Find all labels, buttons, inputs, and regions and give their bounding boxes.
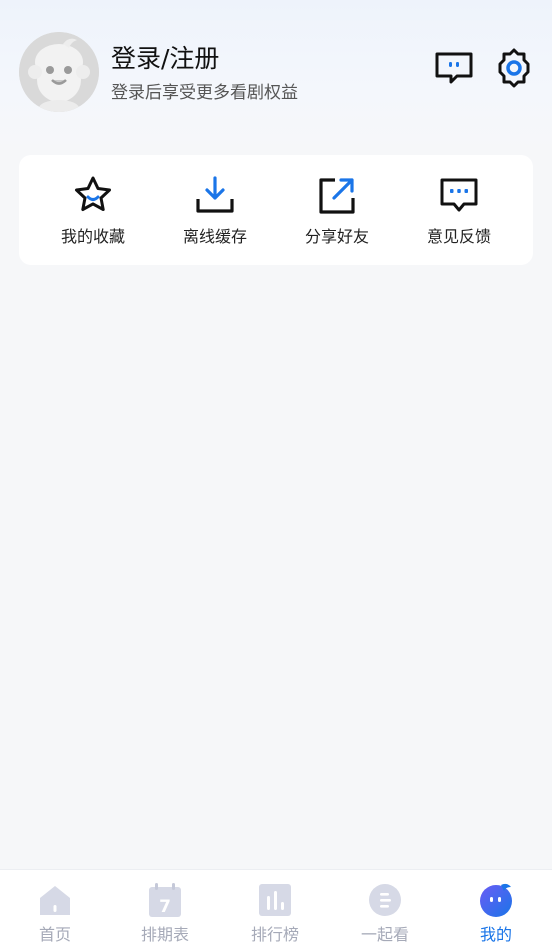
feedback-icon	[440, 178, 478, 212]
quick-action-label: 分享好友	[304, 227, 369, 246]
calendar-icon: 7	[149, 883, 181, 917]
bottom-tab-bar: 首页 7 排期表 排行榜 一起看 我的	[0, 869, 552, 952]
watch-together-icon	[369, 884, 401, 916]
quick-action-label: 离线缓存	[182, 227, 247, 246]
share-icon	[319, 178, 355, 214]
profile-header: 登录/注册 登录后享受更多看剧权益	[0, 0, 552, 150]
tab-home[interactable]: 首页	[0, 870, 110, 952]
login-register-title[interactable]: 登录/注册	[111, 42, 219, 76]
tab-schedule[interactable]: 7 排期表	[110, 870, 220, 952]
mascot-avatar-icon	[19, 32, 99, 112]
quick-action-offline-cache[interactable]: 离线缓存	[154, 155, 276, 265]
quick-actions-card: 我的收藏 离线缓存 分享好友 意见反馈	[19, 155, 533, 265]
gear-icon[interactable]	[494, 48, 534, 88]
quick-action-label: 我的收藏	[60, 227, 125, 246]
tab-label: 排行榜	[250, 925, 299, 944]
home-icon	[40, 886, 70, 915]
star-icon	[75, 176, 111, 211]
tab-watch-together[interactable]: 一起看	[330, 870, 440, 952]
tab-ranking[interactable]: 排行榜	[220, 870, 330, 952]
chart-icon	[259, 884, 291, 916]
avatar[interactable]	[19, 32, 99, 112]
tab-label: 我的	[479, 925, 512, 944]
quick-action-share[interactable]: 分享好友	[276, 155, 398, 265]
quick-action-favorites[interactable]: 我的收藏	[32, 155, 154, 265]
tab-label: 首页	[38, 925, 71, 944]
login-subtitle: 登录后享受更多看剧权益	[111, 83, 298, 103]
tab-label: 排期表	[140, 925, 189, 944]
quick-action-feedback[interactable]: 意见反馈	[398, 155, 520, 265]
download-icon	[196, 176, 234, 213]
mascot-icon	[480, 883, 512, 917]
message-icon[interactable]	[434, 48, 474, 88]
tab-mine[interactable]: 我的	[441, 870, 551, 952]
calendar-day-badge: 7	[159, 897, 171, 917]
tab-label: 一起看	[360, 925, 409, 944]
quick-action-label: 意见反馈	[426, 227, 491, 246]
